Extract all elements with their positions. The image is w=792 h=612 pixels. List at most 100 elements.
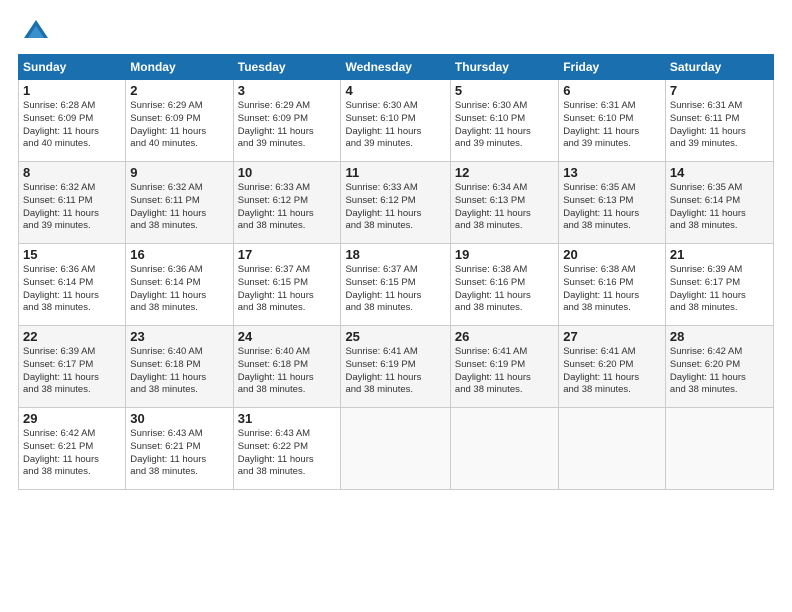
calendar-header-row: SundayMondayTuesdayWednesdayThursdayFrid… [19,55,774,80]
cell-info: Sunrise: 6:29 AM Sunset: 6:09 PM Dayligh… [238,100,337,151]
day-number: 1 [23,83,121,98]
calendar-cell: 25 Sunrise: 6:41 AM Sunset: 6:19 PM Dayli… [341,326,450,408]
cell-info: Sunrise: 6:34 AM Sunset: 6:13 PM Dayligh… [455,182,554,233]
calendar-cell [665,408,773,490]
cell-info: Sunrise: 6:31 AM Sunset: 6:10 PM Dayligh… [563,100,661,151]
calendar-cell [450,408,558,490]
cell-info: Sunrise: 6:36 AM Sunset: 6:14 PM Dayligh… [23,264,121,315]
cell-info: Sunrise: 6:30 AM Sunset: 6:10 PM Dayligh… [455,100,554,151]
calendar-cell: 31 Sunrise: 6:43 AM Sunset: 6:22 PM Dayli… [233,408,341,490]
day-number: 10 [238,165,337,180]
cell-info: Sunrise: 6:40 AM Sunset: 6:18 PM Dayligh… [238,346,337,397]
calendar-cell: 7Sunrise: 6:31 AM Sunset: 6:11 PM Daylig… [665,80,773,162]
cell-info: Sunrise: 6:37 AM Sunset: 6:15 PM Dayligh… [238,264,337,315]
calendar-cell: 9 Sunrise: 6:32 AM Sunset: 6:11 PM Daylig… [126,162,233,244]
cell-info: Sunrise: 6:29 AM Sunset: 6:09 PM Dayligh… [130,100,228,151]
calendar-cell: 21 Sunrise: 6:39 AM Sunset: 6:17 PM Dayli… [665,244,773,326]
day-number: 11 [345,165,445,180]
col-header-saturday: Saturday [665,55,773,80]
col-header-sunday: Sunday [19,55,126,80]
col-header-monday: Monday [126,55,233,80]
cell-info: Sunrise: 6:43 AM Sunset: 6:22 PM Dayligh… [238,428,337,479]
calendar-cell: 13 Sunrise: 6:35 AM Sunset: 6:13 PM Dayli… [559,162,666,244]
day-number: 21 [670,247,769,262]
cell-info: Sunrise: 6:32 AM Sunset: 6:11 PM Dayligh… [23,182,121,233]
day-number: 28 [670,329,769,344]
day-number: 18 [345,247,445,262]
day-number: 29 [23,411,121,426]
cell-info: Sunrise: 6:39 AM Sunset: 6:17 PM Dayligh… [23,346,121,397]
day-number: 14 [670,165,769,180]
day-number: 31 [238,411,337,426]
day-number: 2 [130,83,228,98]
cell-info: Sunrise: 6:42 AM Sunset: 6:21 PM Dayligh… [23,428,121,479]
cell-info: Sunrise: 6:35 AM Sunset: 6:14 PM Dayligh… [670,182,769,233]
calendar-cell: 11 Sunrise: 6:33 AM Sunset: 6:12 PM Dayli… [341,162,450,244]
day-number: 27 [563,329,661,344]
col-header-tuesday: Tuesday [233,55,341,80]
calendar-table: SundayMondayTuesdayWednesdayThursdayFrid… [18,54,774,490]
page-header [18,18,774,46]
col-header-thursday: Thursday [450,55,558,80]
calendar-cell: 29 Sunrise: 6:42 AM Sunset: 6:21 PM Dayli… [19,408,126,490]
cell-info: Sunrise: 6:33 AM Sunset: 6:12 PM Dayligh… [345,182,445,233]
calendar-cell: 19 Sunrise: 6:38 AM Sunset: 6:16 PM Dayli… [450,244,558,326]
cell-info: Sunrise: 6:28 AM Sunset: 6:09 PM Dayligh… [23,100,121,151]
calendar-cell: 1 Sunrise: 6:28 AM Sunset: 6:09 PM Daylig… [19,80,126,162]
cell-info: Sunrise: 6:30 AM Sunset: 6:10 PM Dayligh… [345,100,445,151]
calendar-cell: 27 Sunrise: 6:41 AM Sunset: 6:20 PM Dayli… [559,326,666,408]
day-number: 17 [238,247,337,262]
calendar-cell: 18 Sunrise: 6:37 AM Sunset: 6:15 PM Dayli… [341,244,450,326]
calendar-cell: 12Sunrise: 6:34 AM Sunset: 6:13 PM Dayli… [450,162,558,244]
day-number: 30 [130,411,228,426]
calendar-cell: 22Sunrise: 6:39 AM Sunset: 6:17 PM Dayli… [19,326,126,408]
calendar-week-row: 29 Sunrise: 6:42 AM Sunset: 6:21 PM Dayli… [19,408,774,490]
calendar-week-row: 15 Sunrise: 6:36 AM Sunset: 6:14 PM Dayli… [19,244,774,326]
cell-info: Sunrise: 6:38 AM Sunset: 6:16 PM Dayligh… [563,264,661,315]
cell-info: Sunrise: 6:41 AM Sunset: 6:19 PM Dayligh… [455,346,554,397]
calendar-cell: 2 Sunrise: 6:29 AM Sunset: 6:09 PM Daylig… [126,80,233,162]
day-number: 25 [345,329,445,344]
calendar-cell: 6 Sunrise: 6:31 AM Sunset: 6:10 PM Daylig… [559,80,666,162]
day-number: 9 [130,165,228,180]
calendar-cell: 15 Sunrise: 6:36 AM Sunset: 6:14 PM Dayli… [19,244,126,326]
cell-info: Sunrise: 6:43 AM Sunset: 6:21 PM Dayligh… [130,428,228,479]
calendar-cell: 23Sunrise: 6:40 AM Sunset: 6:18 PM Dayli… [126,326,233,408]
logo-icon [22,18,50,46]
cell-info: Sunrise: 6:35 AM Sunset: 6:13 PM Dayligh… [563,182,661,233]
calendar-cell: 10Sunrise: 6:33 AM Sunset: 6:12 PM Dayli… [233,162,341,244]
logo [18,18,50,46]
day-number: 24 [238,329,337,344]
col-header-friday: Friday [559,55,666,80]
day-number: 26 [455,329,554,344]
day-number: 20 [563,247,661,262]
cell-info: Sunrise: 6:37 AM Sunset: 6:15 PM Dayligh… [345,264,445,315]
day-number: 19 [455,247,554,262]
calendar-cell: 20 Sunrise: 6:38 AM Sunset: 6:16 PM Dayli… [559,244,666,326]
cell-info: Sunrise: 6:41 AM Sunset: 6:19 PM Dayligh… [345,346,445,397]
calendar-cell: 30 Sunrise: 6:43 AM Sunset: 6:21 PM Dayli… [126,408,233,490]
cell-info: Sunrise: 6:36 AM Sunset: 6:14 PM Dayligh… [130,264,228,315]
day-number: 13 [563,165,661,180]
calendar-cell: 24 Sunrise: 6:40 AM Sunset: 6:18 PM Dayli… [233,326,341,408]
calendar-cell: 8 Sunrise: 6:32 AM Sunset: 6:11 PM Daylig… [19,162,126,244]
day-number: 15 [23,247,121,262]
calendar-cell: 4 Sunrise: 6:30 AM Sunset: 6:10 PM Daylig… [341,80,450,162]
cell-info: Sunrise: 6:39 AM Sunset: 6:17 PM Dayligh… [670,264,769,315]
cell-info: Sunrise: 6:41 AM Sunset: 6:20 PM Dayligh… [563,346,661,397]
day-number: 8 [23,165,121,180]
col-header-wednesday: Wednesday [341,55,450,80]
day-number: 3 [238,83,337,98]
calendar-cell: 14 Sunrise: 6:35 AM Sunset: 6:14 PM Dayli… [665,162,773,244]
calendar-week-row: 1 Sunrise: 6:28 AM Sunset: 6:09 PM Daylig… [19,80,774,162]
cell-info: Sunrise: 6:38 AM Sunset: 6:16 PM Dayligh… [455,264,554,315]
day-number: 23 [130,329,228,344]
cell-info: Sunrise: 6:32 AM Sunset: 6:11 PM Dayligh… [130,182,228,233]
day-number: 4 [345,83,445,98]
day-number: 7 [670,83,769,98]
day-number: 6 [563,83,661,98]
day-number: 16 [130,247,228,262]
calendar-cell [559,408,666,490]
calendar-cell: 26 Sunrise: 6:41 AM Sunset: 6:19 PM Dayli… [450,326,558,408]
calendar-cell: 5Sunrise: 6:30 AM Sunset: 6:10 PM Daylig… [450,80,558,162]
